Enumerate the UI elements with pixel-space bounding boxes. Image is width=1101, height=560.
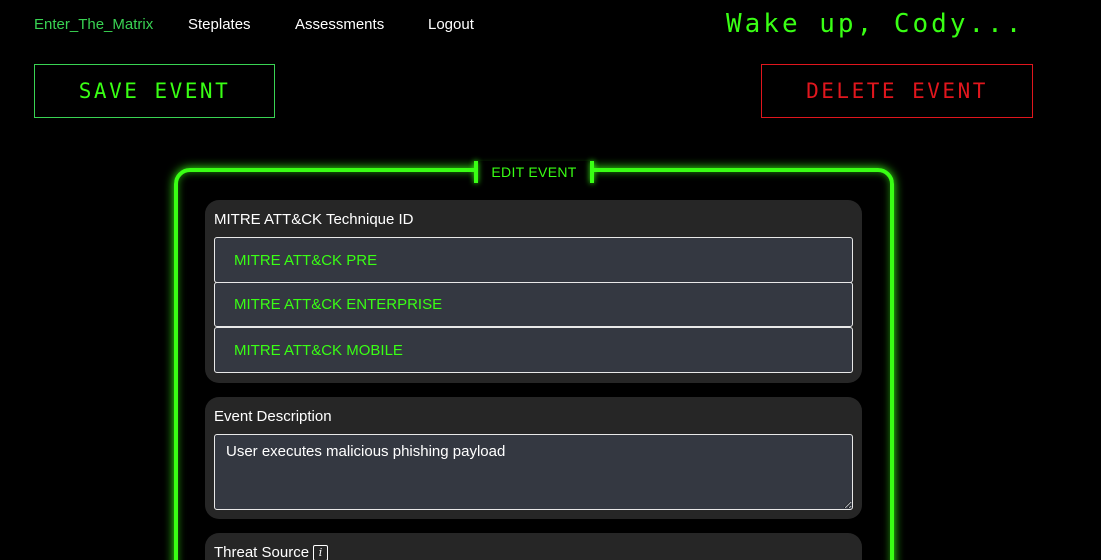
- nav-link-logout[interactable]: Logout: [428, 16, 474, 33]
- threat-source-label-row: Threat Source i: [214, 544, 329, 560]
- mitre-technique-label: MITRE ATT&CK Technique ID: [214, 211, 414, 228]
- mitre-option-enterprise[interactable]: MITRE ATT&CK ENTERPRISE: [214, 282, 853, 327]
- event-description-label: Event Description: [214, 408, 332, 425]
- panel-title: EDIT EVENT: [491, 164, 577, 180]
- top-nav: Enter_The_Matrix Steplates Assessments L…: [0, 0, 1101, 48]
- threat-source-card: Threat Source i: [205, 533, 862, 560]
- event-description-card: Event Description: [205, 397, 862, 519]
- greeting-text: Wake up, Cody...: [726, 9, 1025, 39]
- delete-event-button[interactable]: DELETE EVENT: [761, 64, 1033, 118]
- legend-bar-left: [474, 161, 478, 183]
- nav-link-steplates[interactable]: Steplates: [188, 16, 251, 33]
- event-description-input[interactable]: [214, 434, 853, 510]
- save-event-button[interactable]: SAVE EVENT: [34, 64, 275, 118]
- legend-bar-right: [590, 161, 594, 183]
- nav-link-assessments[interactable]: Assessments: [295, 16, 384, 33]
- brand-link[interactable]: Enter_The_Matrix: [34, 16, 153, 33]
- page: Enter_The_Matrix Steplates Assessments L…: [0, 0, 1101, 560]
- panel-legend: EDIT EVENT: [474, 161, 594, 183]
- info-icon[interactable]: i: [313, 544, 329, 560]
- mitre-option-pre[interactable]: MITRE ATT&CK PRE: [214, 237, 853, 283]
- mitre-option-mobile[interactable]: MITRE ATT&CK MOBILE: [214, 327, 853, 373]
- mitre-technique-card: MITRE ATT&CK Technique ID MITRE ATT&CK P…: [205, 200, 862, 383]
- threat-source-label: Threat Source: [214, 544, 310, 560]
